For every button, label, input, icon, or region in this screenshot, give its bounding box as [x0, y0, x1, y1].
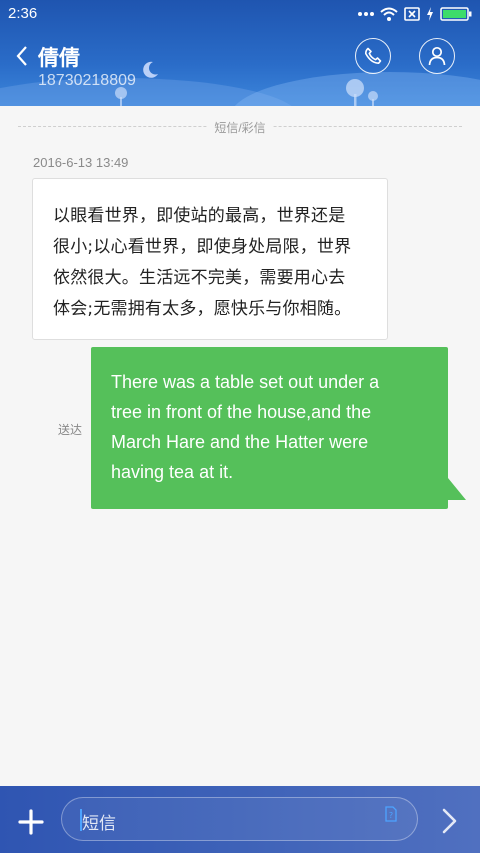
no-sim-icon — [404, 7, 420, 21]
person-icon — [428, 46, 446, 66]
back-button[interactable] — [12, 42, 36, 70]
composer-bar: 短信 ? — [0, 786, 480, 853]
status-icons — [358, 6, 472, 22]
status-bar: 2:36 — [0, 0, 480, 28]
svg-text:?: ? — [389, 811, 393, 820]
add-icon — [18, 809, 44, 835]
bubble-tail — [448, 478, 466, 500]
more-dots-icon — [358, 12, 374, 16]
text-line: having tea at it. — [111, 462, 234, 482]
wifi-icon — [380, 7, 398, 21]
title-bar: 倩倩 18730218809 — [0, 28, 480, 106]
message-input-placeholder: 短信 — [82, 814, 116, 834]
message-input[interactable]: 短信 ? — [61, 797, 418, 841]
phone-icon — [364, 47, 382, 64]
call-button[interactable] — [355, 38, 391, 74]
mms-icon[interactable]: ? — [384, 806, 398, 822]
tree-icon — [115, 87, 127, 106]
received-message-text: 以眼看世界，即使站的最高，世界还是 很小;以心看世界，即使身处局限，世界 依然很… — [53, 201, 367, 325]
message-type-divider: 短信/彩信 — [18, 116, 462, 136]
message-timestamp: 2016-6-13 13:49 — [33, 155, 129, 170]
moon-icon — [143, 61, 158, 78]
send-button[interactable] — [436, 806, 464, 836]
send-arrow-icon — [442, 808, 457, 834]
battery-icon — [440, 7, 472, 21]
contact-name: 倩倩 — [38, 47, 80, 70]
text-line: 以眼看世界，即使站的最高，世界还是 — [53, 206, 346, 226]
status-time: 2:36 — [8, 5, 38, 22]
contact-profile-button[interactable] — [419, 38, 455, 74]
text-line: 很小;以心看世界，即使身处局限，世界 — [53, 237, 352, 257]
text-line: tree in front of the house,and the — [111, 402, 372, 422]
sent-message-text: There was a table set out under a tree i… — [111, 367, 428, 487]
back-icon — [16, 46, 27, 66]
tree-icon — [368, 91, 378, 106]
app-header: 2:36 倩倩 18730218809 — [0, 0, 480, 106]
text-line: March Hare and the Hatter were — [111, 432, 369, 452]
text-line: 依然很大。生活远不完美，需要用心去 — [53, 268, 346, 288]
received-message-bubble[interactable]: 以眼看世界，即使站的最高，世界还是 很小;以心看世界，即使身处局限，世界 依然很… — [32, 178, 388, 340]
charging-icon — [427, 7, 433, 21]
tree-icon — [346, 79, 364, 106]
sent-message-bubble[interactable]: There was a table set out under a tree i… — [91, 347, 448, 509]
text-line: There was a table set out under a — [111, 372, 380, 392]
add-attachment-button[interactable] — [14, 805, 48, 839]
delivery-status: 送达 — [58, 423, 83, 437]
divider-label: 短信/彩信 — [208, 121, 272, 135]
text-line: 体会;无需拥有太多，愿快乐与你相随。 — [53, 299, 352, 319]
